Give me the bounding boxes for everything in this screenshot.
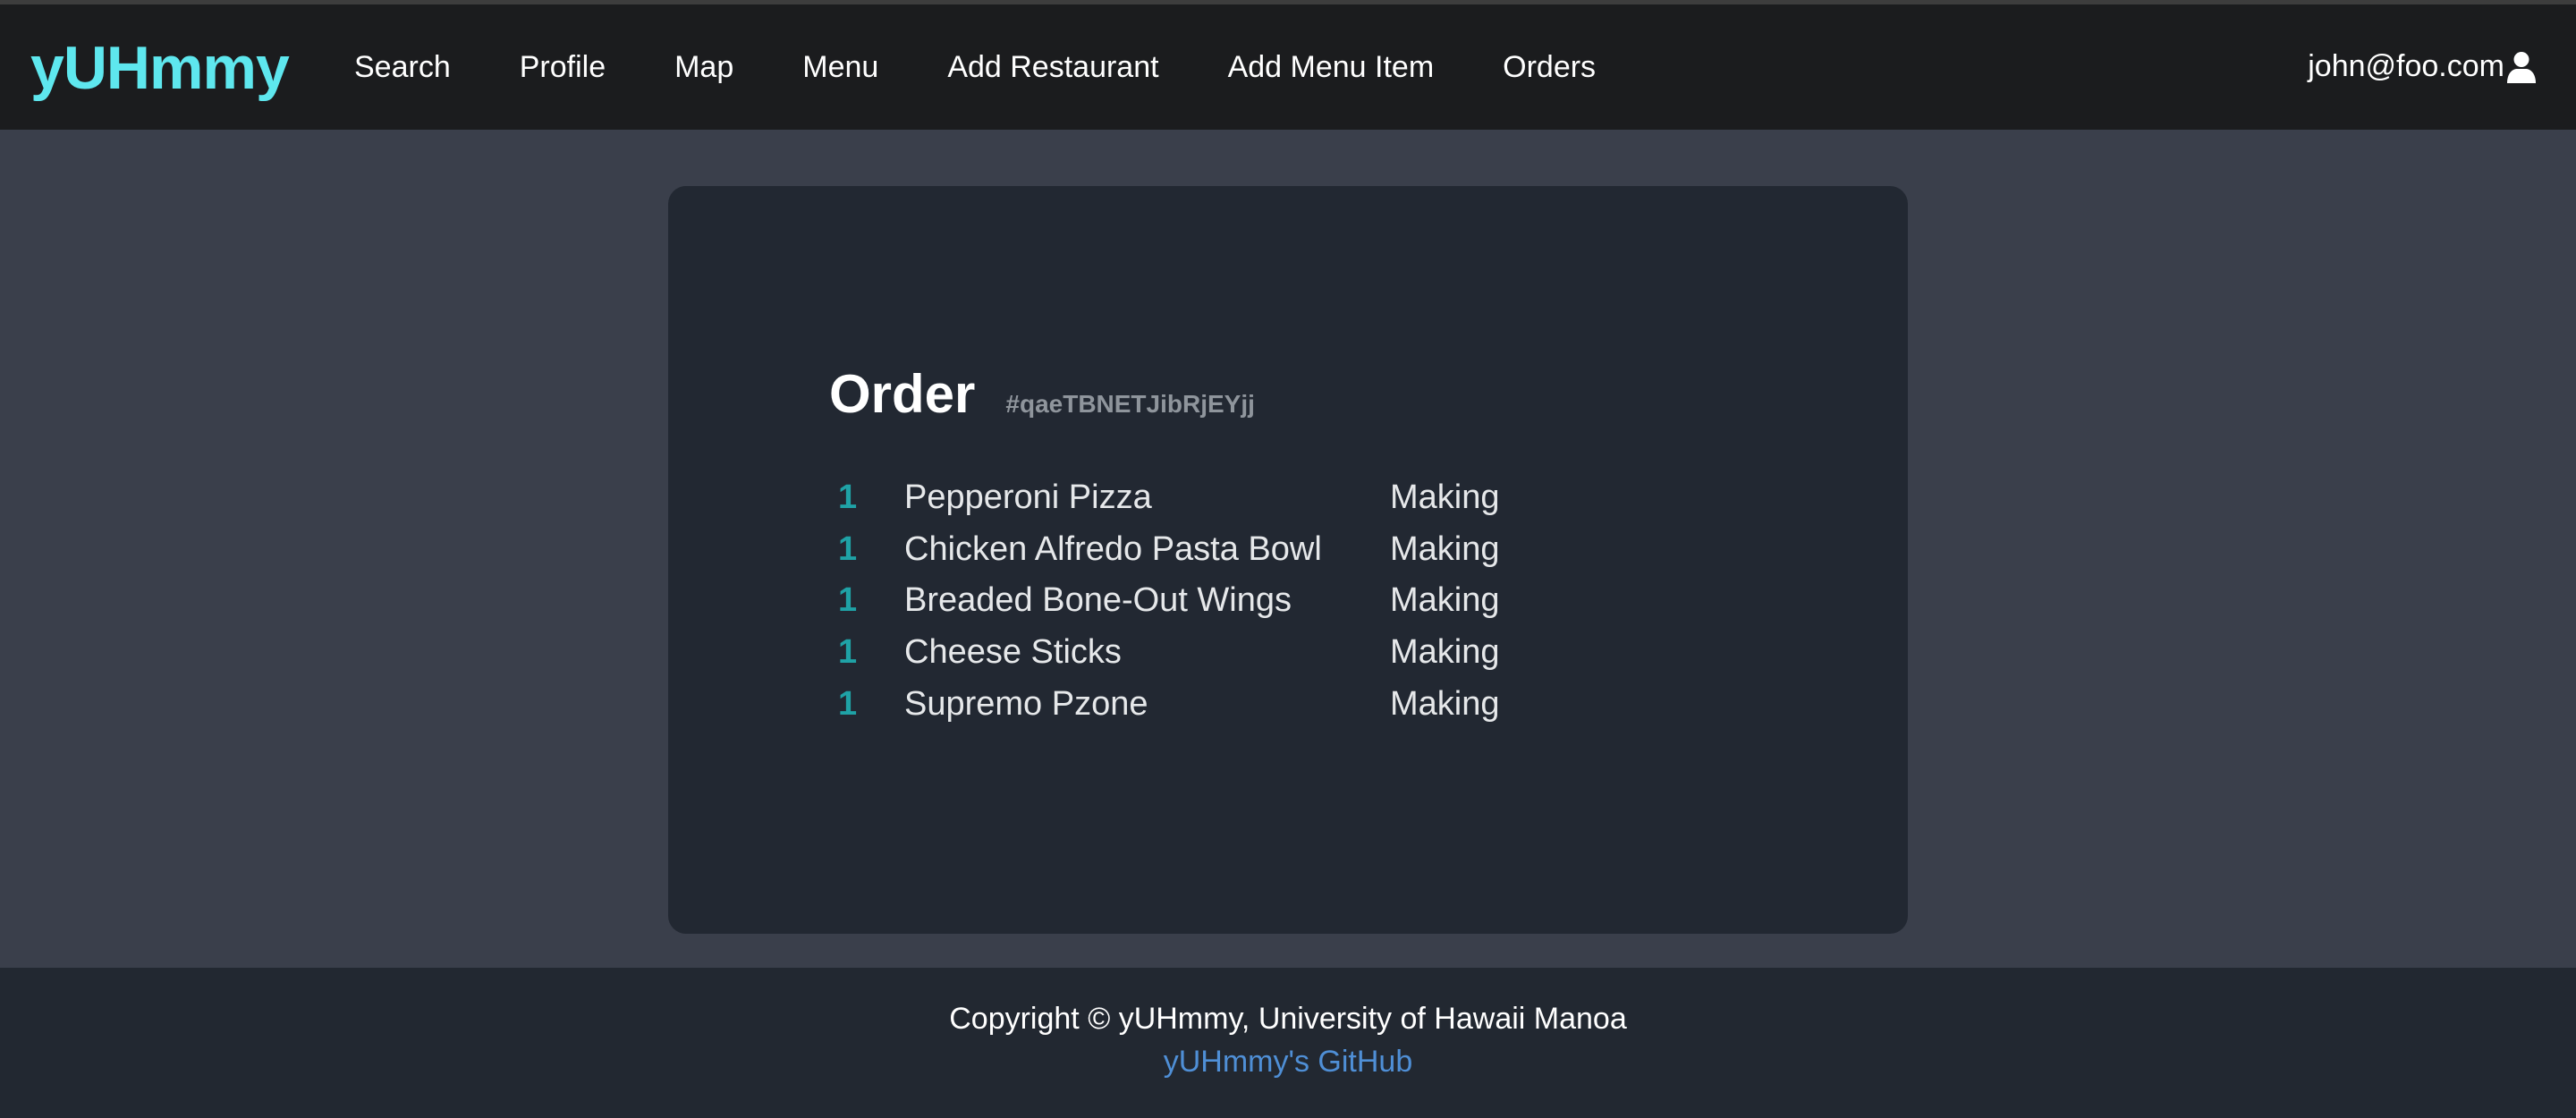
nav-link-map[interactable]: Map: [674, 50, 733, 85]
copyright-text: Copyright © yUHmmy, University of Hawaii…: [949, 1002, 1627, 1036]
item-name: Pepperoni Pizza: [904, 479, 1152, 517]
nav-link-add-menu-item[interactable]: Add Menu Item: [1228, 50, 1435, 85]
item-status: Making: [1390, 529, 1500, 568]
item-name: Chicken Alfredo Pasta Bowl: [904, 529, 1322, 568]
nav-link-orders[interactable]: Orders: [1503, 50, 1596, 85]
item-quantity: 1: [838, 684, 858, 723]
order-item-row: 1 Chicken Alfredo Pasta Bowl Making: [829, 524, 1500, 576]
item-quantity: 1: [838, 581, 858, 620]
order-item-row: 1 Supremo Pzone Making: [829, 678, 1500, 730]
item-name: Cheese Sticks: [904, 633, 1122, 672]
item-status: Making: [1390, 581, 1500, 620]
order-header: Order #qaeTBNETJibRjEYjj: [829, 363, 1255, 425]
nav-link-menu[interactable]: Menu: [802, 50, 878, 85]
item-name: Breaded Bone-Out Wings: [904, 581, 1292, 620]
nav-link-add-restaurant[interactable]: Add Restaurant: [947, 50, 1158, 85]
item-status: Making: [1390, 633, 1500, 672]
order-item-row: 1 Breaded Bone-Out Wings Making: [829, 575, 1500, 627]
nav-link-search[interactable]: Search: [354, 50, 451, 85]
item-status: Making: [1390, 479, 1500, 517]
item-quantity: 1: [838, 633, 858, 672]
main-content: Order #qaeTBNETJibRjEYjj 1 Pepperoni Piz…: [0, 130, 2576, 968]
nav-link-profile[interactable]: Profile: [520, 50, 606, 85]
footer: Copyright © yUHmmy, University of Hawaii…: [0, 968, 2576, 1118]
order-items-list: 1 Pepperoni Pizza Making 1 Chicken Alfre…: [829, 472, 1500, 730]
nav-links: Search Profile Map Menu Add Restaurant A…: [354, 4, 1665, 130]
user-icon: [2507, 51, 2536, 83]
user-email: john@foo.com: [2308, 49, 2504, 83]
item-name: Supremo Pzone: [904, 684, 1148, 723]
order-id: #qaeTBNETJibRjEYjj: [1005, 390, 1255, 418]
brand-logo[interactable]: yUHmmy: [30, 33, 290, 103]
order-title: Order: [829, 364, 976, 424]
order-item-row: 1 Cheese Sticks Making: [829, 627, 1500, 679]
order-card: Order #qaeTBNETJibRjEYjj 1 Pepperoni Piz…: [668, 186, 1908, 934]
navbar: yUHmmy Search Profile Map Menu Add Resta…: [0, 4, 2576, 130]
order-item-row: 1 Pepperoni Pizza Making: [829, 472, 1500, 524]
item-quantity: 1: [838, 529, 858, 568]
user-menu[interactable]: john@foo.com: [2308, 49, 2537, 84]
item-quantity: 1: [838, 479, 858, 517]
item-status: Making: [1390, 684, 1500, 723]
github-link[interactable]: yUHmmy's GitHub: [0, 1045, 2576, 1080]
